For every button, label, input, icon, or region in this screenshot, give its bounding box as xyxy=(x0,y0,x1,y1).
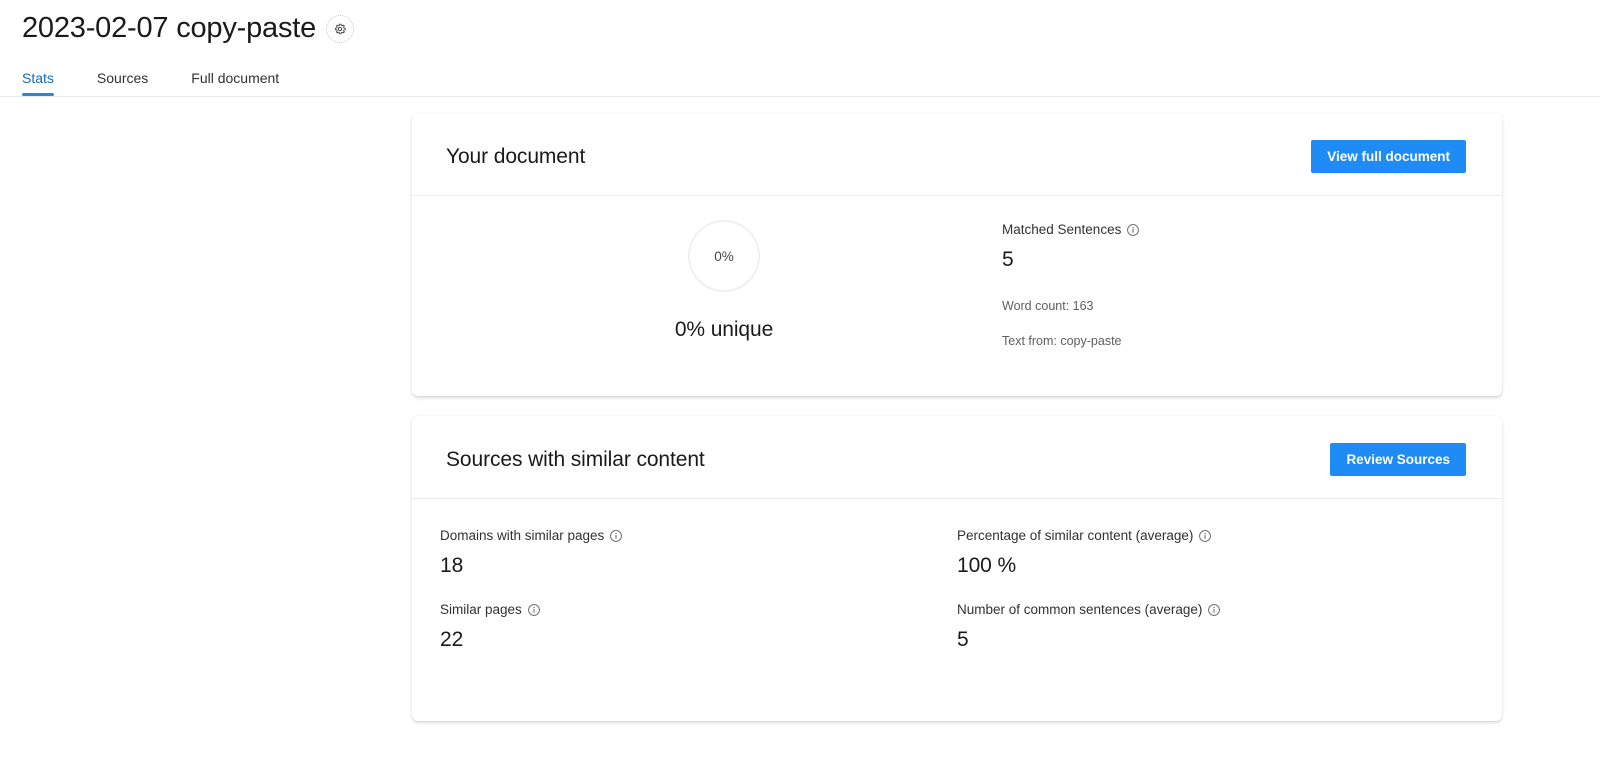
sources-card: Sources with similar content Review Sour… xyxy=(412,416,1502,721)
tab-full-document[interactable]: Full document xyxy=(191,71,279,96)
uniqueness-donut-label: 0% xyxy=(714,248,734,264)
page-header: 2023-02-07 copy-paste Stats Sources Full… xyxy=(0,0,1600,97)
stat-percentage-of-similar-content: Percentage of similar content (average) … xyxy=(954,519,1468,593)
stat-label-row: Percentage of similar content (average) xyxy=(957,527,1468,545)
stat-label-row: Number of common sentences (average) xyxy=(957,601,1468,619)
tab-full-document-label: Full document xyxy=(191,70,280,86)
info-icon[interactable] xyxy=(527,603,541,617)
stat-label: Domains with similar pages xyxy=(440,528,605,543)
tab-active-indicator xyxy=(22,93,54,96)
tab-stats-label: Stats xyxy=(22,70,54,86)
stat-value: 18 xyxy=(440,554,464,577)
stat-label: Number of common sentences (average) xyxy=(957,602,1203,617)
title-row: 2023-02-07 copy-paste xyxy=(0,0,1600,48)
stat-label: Similar pages xyxy=(440,602,522,617)
stat-label-row: Similar pages xyxy=(440,601,954,619)
uniqueness-donut: 0% xyxy=(688,220,760,292)
info-icon[interactable] xyxy=(1207,603,1221,617)
tabbar: Stats Sources Full document xyxy=(0,64,1600,97)
stat-value: 100 % xyxy=(957,554,1017,577)
uniqueness-caption: 0% unique xyxy=(674,318,774,341)
stat-value: 22 xyxy=(440,628,464,651)
tab-sources[interactable]: Sources xyxy=(97,71,148,96)
your-document-card-header: Your document View full document xyxy=(412,113,1502,195)
your-document-title: Your document xyxy=(446,144,586,168)
matched-sentences-value: 5 xyxy=(1002,248,1014,271)
page-title: 2023-02-07 copy-paste xyxy=(22,12,317,44)
info-icon[interactable] xyxy=(1126,223,1140,237)
stat-label: Percentage of similar content (average) xyxy=(957,528,1194,543)
info-icon[interactable] xyxy=(1198,529,1212,543)
gear-icon xyxy=(333,22,347,36)
info-icon[interactable] xyxy=(609,529,623,543)
text-from: Text from: copy-paste xyxy=(1002,334,1122,348)
matched-sentences-label: Matched Sentences xyxy=(1002,222,1122,237)
settings-button[interactable] xyxy=(326,15,355,43)
matched-sentences-label-row: Matched Sentences xyxy=(1002,221,1468,239)
review-sources-button[interactable]: Review Sources xyxy=(1330,443,1466,476)
stat-domains-with-similar-pages: Domains with similar pages 18 xyxy=(440,519,954,593)
stat-similar-pages: Similar pages 22 xyxy=(440,593,954,667)
stat-value: 5 xyxy=(957,628,969,651)
your-document-card: Your document View full document 0% 0% u… xyxy=(412,113,1502,396)
view-full-document-button[interactable]: View full document xyxy=(1311,140,1466,173)
document-stats: Matched Sentences 5 Word count: 163 Text… xyxy=(1002,218,1468,350)
tab-sources-label: Sources xyxy=(96,70,149,86)
sources-card-header: Sources with similar content Review Sour… xyxy=(412,416,1502,498)
sources-title: Sources with similar content xyxy=(446,447,705,471)
your-document-body: 0% 0% unique Matched Sentences 5 Word co… xyxy=(412,196,1502,396)
main-content: Your document View full document 0% 0% u… xyxy=(412,113,1502,741)
sources-card-body: Domains with similar pages 18 Percentage… xyxy=(412,499,1502,721)
stat-number-of-common-sentences: Number of common sentences (average) 5 xyxy=(954,593,1468,667)
stat-label-row: Domains with similar pages xyxy=(440,527,954,545)
tab-stats[interactable]: Stats xyxy=(22,71,54,96)
uniqueness-gauge: 0% 0% unique xyxy=(446,218,1002,342)
word-count: Word count: 163 xyxy=(1002,299,1094,313)
